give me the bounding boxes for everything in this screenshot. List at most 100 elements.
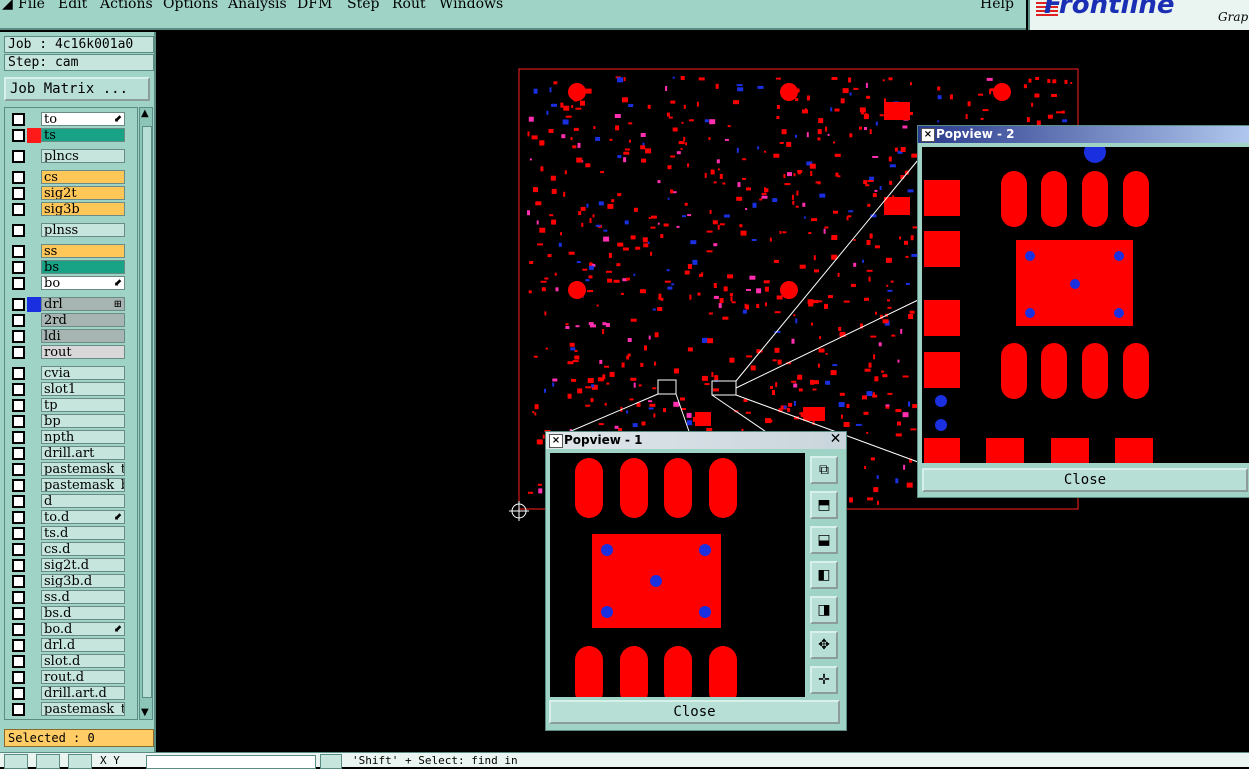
layer-name[interactable]: drill.art [41,446,125,460]
zoom-home-icon[interactable]: ✛ [810,666,838,694]
layer-row-27[interactable]: sig3b.d [7,574,127,589]
layer-name[interactable]: sig3b.d [41,574,125,588]
layer-name[interactable]: tp [41,398,125,412]
layer-checkbox[interactable] [12,346,25,359]
layer-row-7[interactable]: ss [7,244,127,259]
layer-row-22[interactable]: d [7,494,127,509]
layer-row-30[interactable]: bo.d ⬋ [7,622,127,637]
layer-checkbox[interactable] [12,367,25,380]
layer-row-21[interactable]: pastemask_bo [7,478,127,493]
layer-checkbox[interactable] [12,399,25,412]
layer-name[interactable]: pastemask_to [41,462,125,476]
layer-row-9[interactable]: bo ⬋ [7,276,127,291]
pan-down-icon[interactable]: ⬓ [810,526,838,554]
layer-row-5[interactable]: sig3b [7,202,127,217]
layer-checkbox[interactable] [12,479,25,492]
layer-checkbox[interactable] [12,607,25,620]
menu-actions[interactable]: Actions [100,0,153,12]
menu-rout[interactable]: Rout [392,0,426,12]
layer-checkbox[interactable] [12,527,25,540]
layer-scrollbar[interactable]: ▲ ▼ [139,107,153,720]
layer-checkbox[interactable] [12,431,25,444]
layer-checkbox[interactable] [12,245,25,258]
popview-1-canvas[interactable] [550,453,805,697]
layer-name[interactable]: bo.d ⬋ [41,622,125,636]
layer-name[interactable]: pastemask_bo [41,478,125,492]
layer-checkbox[interactable] [12,150,25,163]
layer-name[interactable]: npth [41,430,125,444]
menu-dfm[interactable]: DFM [297,0,332,12]
layer-checkbox[interactable] [12,511,25,524]
layer-checkbox[interactable] [12,415,25,428]
layer-name[interactable]: rout [41,345,125,359]
layer-checkbox[interactable] [12,224,25,237]
layer-row-10[interactable]: drl ⊞ [7,297,127,312]
popview-2-titlebar[interactable]: ⨯ Popview - 2 [918,126,1249,143]
layer-name[interactable]: plncs [41,149,125,163]
layer-row-32[interactable]: slot.d [7,654,127,669]
layer-checkbox[interactable] [12,261,25,274]
layer-name[interactable]: pastemask_to [41,702,125,716]
menu-windows[interactable]: Windows [439,0,503,12]
layer-name[interactable]: ss.d [41,590,125,604]
layer-name[interactable]: cs [41,170,125,184]
layer-checkbox[interactable] [12,277,25,290]
layer-checkbox[interactable] [12,187,25,200]
layer-row-15[interactable]: slot1 [7,382,127,397]
layer-row-14[interactable]: cvia [7,366,127,381]
layer-name[interactable]: cvia [41,366,125,380]
pan-left-icon[interactable]: ◧ [810,561,838,589]
layer-row-33[interactable]: rout.d [7,670,127,685]
popview-2-close-button[interactable]: Close [922,468,1248,492]
layer-name[interactable]: bs [41,260,125,274]
popview-1-titlebar[interactable]: ⨯ Popview - 1 ✕ [546,432,846,449]
layer-row-1[interactable]: ts [7,128,127,143]
layer-row-31[interactable]: drl.d [7,638,127,653]
popview-1-close-button[interactable]: Close [549,700,840,724]
layer-checkbox[interactable] [12,559,25,572]
layer-checkbox[interactable] [12,495,25,508]
menu-edit[interactable]: Edit [58,0,87,12]
layer-row-8[interactable]: bs [7,260,127,275]
layer-name[interactable]: bs.d [41,606,125,620]
layer-checkbox[interactable] [12,639,25,652]
menu-help[interactable]: Help [980,0,1014,12]
layer-name[interactable]: slot.d [41,654,125,668]
popview-2-canvas[interactable] [922,147,1249,463]
layer-row-13[interactable]: rout [7,345,127,360]
layer-name[interactable]: rout.d [41,670,125,684]
layer-name[interactable]: to.d ⬋ [41,510,125,524]
layer-row-6[interactable]: plnss [7,223,127,238]
scroll-down-icon[interactable]: ▼ [141,707,149,719]
coordinate-field[interactable] [146,755,316,769]
layer-row-17[interactable]: bp [7,414,127,429]
menu-step[interactable]: Step [347,0,379,12]
scroll-up-icon[interactable]: ▲ [141,108,149,120]
pan-up-icon[interactable]: ⬒ [810,491,838,519]
layer-row-12[interactable]: ldi [7,329,127,344]
layer-name[interactable]: drl.d [41,638,125,652]
layer-name[interactable]: slot1 [41,382,125,396]
layer-checkbox[interactable] [12,203,25,216]
layer-checkbox[interactable] [12,129,25,142]
layer-row-29[interactable]: bs.d [7,606,127,621]
menu-options[interactable]: Options [163,0,218,12]
layer-checkbox[interactable] [12,575,25,588]
job-matrix-button[interactable]: Job Matrix ... [4,77,150,101]
layer-checkbox[interactable] [12,314,25,327]
layer-name[interactable]: ldi [41,329,125,343]
layer-row-11[interactable]: 2rd [7,313,127,328]
scroll-thumb[interactable] [142,126,152,698]
layer-row-24[interactable]: ts.d [7,526,127,541]
layer-row-4[interactable]: sig2t [7,186,127,201]
layer-checkbox[interactable] [12,671,25,684]
layer-row-23[interactable]: to.d ⬋ [7,510,127,525]
layer-name[interactable]: cs.d [41,542,125,556]
layer-row-16[interactable]: tp [7,398,127,413]
layer-name[interactable]: plnss [41,223,125,237]
layer-row-20[interactable]: pastemask_to [7,462,127,477]
layer-checkbox[interactable] [12,655,25,668]
layer-name[interactable]: sig2t [41,186,125,200]
layer-checkbox[interactable] [12,703,25,716]
menu-file[interactable]: File [18,0,45,12]
